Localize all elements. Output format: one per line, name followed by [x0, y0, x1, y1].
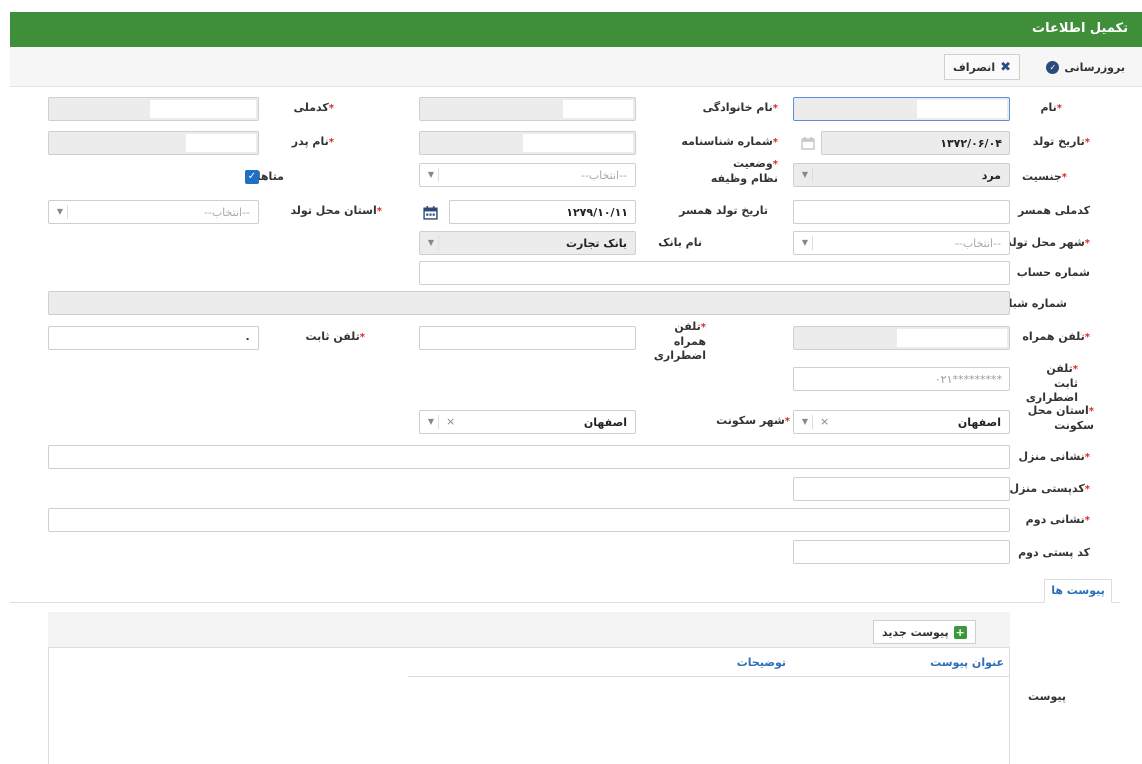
residence-province-select[interactable]: اصفهان × ▼ — [793, 410, 1010, 434]
birth-city-label: *شهر محل تولد — [1006, 236, 1090, 249]
cancel-button-label: انصراف — [952, 60, 996, 74]
account-number-input[interactable] — [419, 261, 1010, 285]
emergency-mobile-input[interactable] — [419, 326, 636, 350]
mobile-input[interactable] — [793, 326, 1010, 350]
father-name-input[interactable] — [48, 131, 259, 155]
birth-city-select[interactable]: --انتخاب-- ▼ — [793, 231, 1010, 255]
mobile-label: *تلفن همراه — [1022, 330, 1090, 343]
second-address-label: *نشانی دوم — [1025, 513, 1090, 526]
first-name-label: *نام — [1040, 101, 1062, 114]
married-checkbox[interactable]: ✓ — [245, 170, 259, 184]
spouse-national-code-input[interactable] — [793, 200, 1010, 224]
bank-name-select[interactable]: بانک تجارت ▼ — [419, 231, 636, 255]
table-header-divider — [408, 676, 1010, 677]
last-name-input[interactable] — [419, 97, 636, 121]
home-address-label: *نشانی منزل — [1018, 450, 1090, 463]
gender-select[interactable]: مرد ▼ — [793, 163, 1010, 187]
father-name-label: *نام پدر — [291, 135, 334, 148]
emergency-landline-label: *تلفن ثابت اضطراری — [1025, 362, 1078, 404]
birth-date-input[interactable]: ۱۳۷۲/۰۶/۰۴ — [821, 131, 1010, 155]
cancel-button[interactable]: ✖ انصراف — [943, 54, 1020, 80]
attachments-toolbar — [48, 612, 1010, 648]
chevron-down-icon: ▼ — [424, 168, 439, 182]
id-number-input[interactable] — [419, 131, 636, 155]
chevron-down-icon: ▼ — [424, 415, 439, 429]
window-titlebar: تکمیل اطلاعات — [10, 12, 1142, 47]
birth-date-calendar-icon[interactable] — [799, 134, 817, 152]
landline-label: *تلفن ثابت — [305, 330, 365, 343]
spouse-birth-date-input[interactable]: ۱۲۷۹/۱۰/۱۱ — [449, 200, 636, 224]
tab-divider — [10, 602, 1120, 603]
emergency-landline-input[interactable]: ۰۲۱********* — [793, 367, 1010, 391]
military-status-label: *وضعیت نظام وظیفه — [710, 157, 778, 185]
new-attachment-button[interactable]: + پیوست جدید — [873, 620, 976, 644]
military-status-select[interactable]: --انتخاب-- ▼ — [419, 163, 636, 187]
column-header-description[interactable]: توضیحات — [737, 656, 786, 669]
update-button-label: بروزرسانی — [1064, 60, 1125, 74]
first-name-input[interactable] — [793, 97, 1010, 121]
update-button[interactable]: بروزرسانی ✓ — [1037, 54, 1134, 80]
last-name-label: *نام خانوادگی — [702, 101, 778, 114]
clear-icon[interactable]: × — [446, 415, 455, 428]
toolbar: بروزرسانی ✓ ✖ انصراف — [10, 47, 1142, 87]
column-header-title[interactable]: عنوان پیوست — [930, 656, 1004, 669]
home-postal-code-label: *کدپستی منزل — [1009, 482, 1090, 495]
birth-province-label: *استان محل تولد — [290, 204, 382, 217]
residence-city-label: *شهر سکونت — [716, 414, 790, 427]
home-address-input[interactable] — [48, 445, 1010, 469]
second-postal-code-input[interactable] — [793, 540, 1010, 564]
landline-input[interactable]: ۰ — [48, 326, 259, 350]
new-attachment-label: پیوست جدید — [882, 625, 949, 639]
id-number-label: *شماره شناسنامه — [681, 135, 778, 148]
residence-city-select[interactable]: اصفهان × ▼ — [419, 410, 636, 434]
home-postal-code-input[interactable] — [793, 477, 1010, 501]
birth-date-label: *تاریخ تولد — [1032, 135, 1090, 148]
check-circle-icon: ✓ — [1046, 60, 1060, 74]
clear-icon[interactable]: × — [820, 415, 829, 428]
attachment-section-label: پیوست — [1028, 690, 1066, 703]
national-code-input[interactable] — [48, 97, 259, 121]
tab-attachments[interactable]: پیوست ها — [1044, 579, 1112, 603]
bank-name-label: نام بانک — [658, 236, 702, 249]
chevron-down-icon: ▼ — [798, 415, 813, 429]
national-code-label: *کدملی — [293, 101, 334, 114]
spouse-birth-date-label: تاریخ تولد همسر — [679, 204, 768, 217]
spouse-birth-date-calendar-icon[interactable] — [421, 203, 439, 221]
spouse-national-code-label: کدملی همسر — [1017, 204, 1090, 217]
gender-label: *جنسیت — [1022, 170, 1067, 183]
chevron-down-icon: ▼ — [798, 236, 813, 250]
sheba-number-label: شماره شبا — [1008, 297, 1067, 310]
account-number-label: شماره حساب — [1016, 266, 1090, 279]
plus-icon: + — [953, 625, 967, 639]
page-title: تکمیل اطلاعات — [1032, 21, 1128, 36]
close-icon: ✖ — [1000, 59, 1011, 75]
emergency-mobile-label: *تلفن همراه اضطراری — [653, 320, 706, 362]
residence-province-label: *استان محل سکونت — [1027, 404, 1094, 432]
second-address-input[interactable] — [48, 508, 1010, 532]
chevron-down-icon: ▼ — [424, 236, 439, 250]
chevron-down-icon: ▼ — [53, 205, 68, 219]
second-postal-code-label: کد پستی دوم — [1018, 546, 1090, 559]
chevron-down-icon: ▼ — [798, 168, 813, 182]
birth-province-select[interactable]: --انتخاب-- ▼ — [48, 200, 259, 224]
sheba-number-input[interactable] — [48, 291, 1010, 315]
